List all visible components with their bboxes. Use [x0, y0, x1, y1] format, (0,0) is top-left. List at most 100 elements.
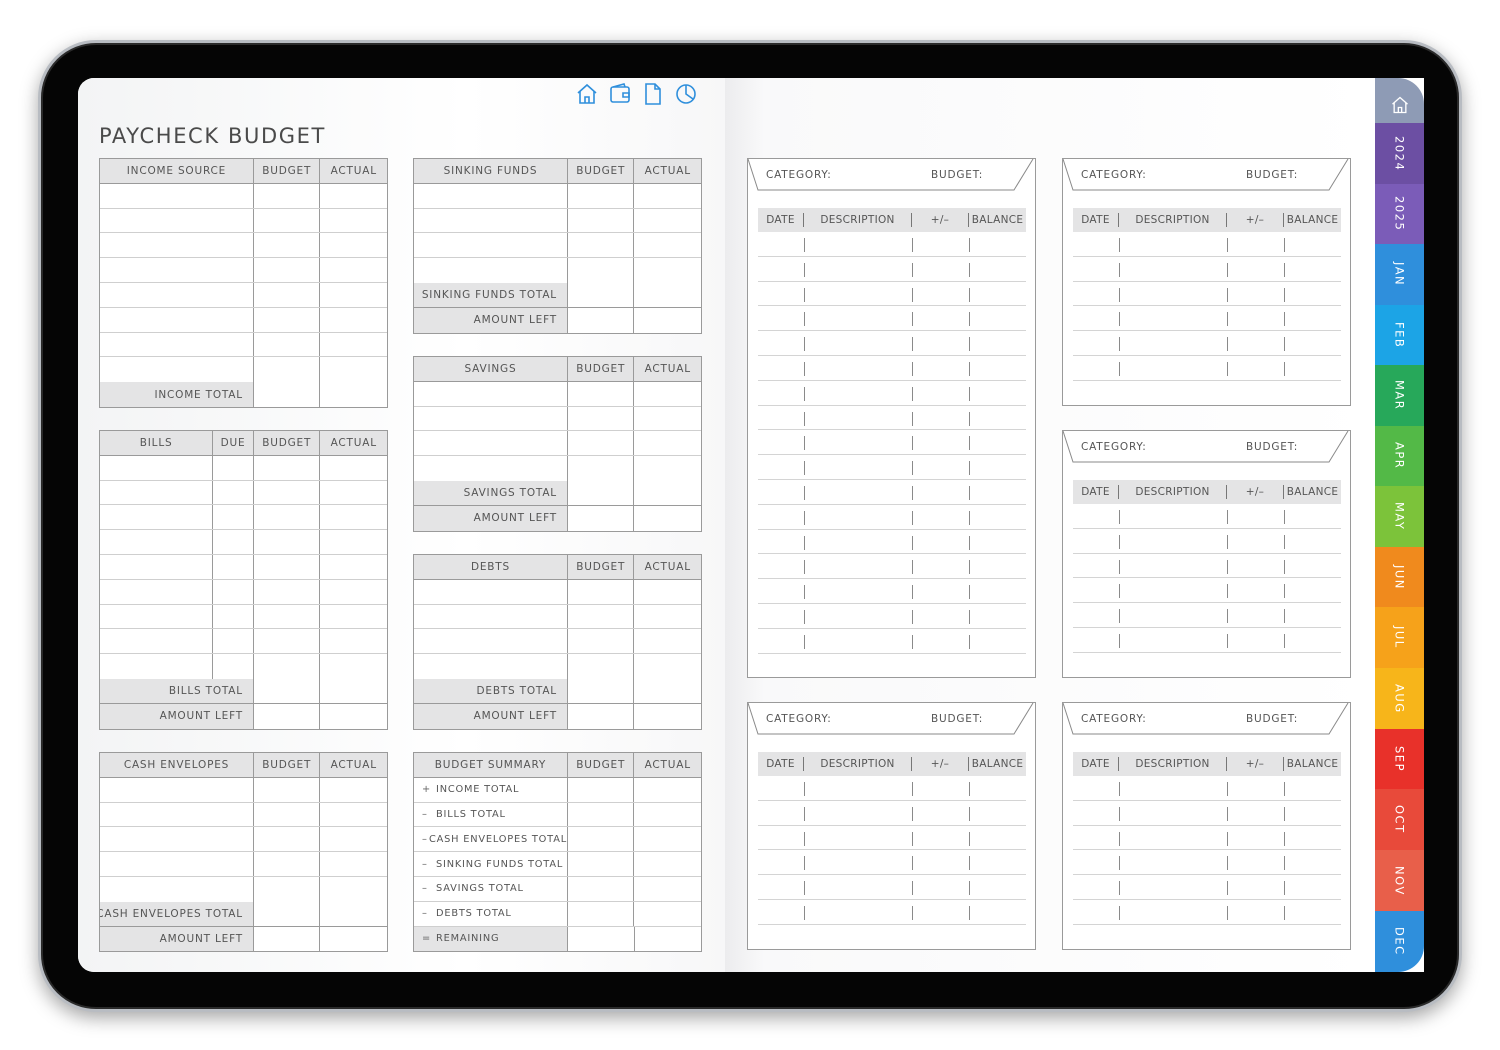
income-cell[interactable] — [100, 332, 254, 357]
tab-may[interactable]: MAY — [1375, 486, 1424, 547]
debts-cell[interactable] — [414, 654, 568, 679]
bills-cell[interactable] — [100, 480, 214, 505]
sinking-cell[interactable] — [634, 233, 701, 257]
income-cell[interactable] — [100, 183, 254, 208]
tracker-entry-row[interactable] — [758, 530, 1026, 555]
income-cell[interactable] — [320, 333, 387, 357]
sinking-left-budget-cell[interactable] — [568, 307, 635, 333]
bills-cell[interactable] — [213, 554, 254, 579]
summary-actual-cell[interactable] — [634, 877, 701, 901]
tracker-entry-row[interactable] — [758, 455, 1026, 480]
income-cell[interactable] — [100, 208, 254, 233]
tracker-entry-row[interactable] — [758, 629, 1026, 654]
income-cell[interactable] — [254, 183, 321, 208]
summary-budget-cell[interactable] — [568, 876, 635, 901]
bills-cell[interactable] — [254, 579, 321, 604]
bills-cell[interactable] — [320, 605, 387, 629]
debts-cell[interactable] — [568, 604, 635, 629]
savings-cell[interactable] — [568, 456, 635, 481]
bills-left-actual-cell[interactable] — [320, 704, 387, 729]
tab-2024[interactable]: 2024 — [1375, 123, 1424, 184]
sinking-cell[interactable] — [568, 183, 635, 208]
tab-sep[interactable]: SEP — [1375, 729, 1424, 789]
debts-left-actual-cell[interactable] — [634, 704, 701, 729]
bills-cell[interactable] — [254, 629, 321, 654]
cash-cell[interactable] — [320, 827, 387, 851]
sinking-cell[interactable] — [568, 258, 635, 283]
savings-cell[interactable] — [414, 456, 568, 481]
summary-actual-cell[interactable] — [635, 927, 702, 952]
sinking-cell[interactable] — [634, 258, 701, 283]
tracker-entry-row[interactable] — [758, 554, 1026, 580]
bills-cell[interactable] — [254, 554, 321, 579]
tracker-entry-row[interactable] — [758, 406, 1026, 431]
debts-total-actual-cell[interactable] — [634, 679, 701, 703]
tracker-entry-row[interactable] — [1073, 529, 1341, 554]
cash-cell[interactable] — [320, 778, 387, 802]
savings-total-budget-cell[interactable] — [568, 480, 635, 505]
cash-total-budget-cell[interactable] — [254, 901, 321, 926]
income-cell[interactable] — [254, 307, 321, 332]
bills-cell[interactable] — [213, 654, 254, 679]
debts-cell[interactable] — [414, 604, 568, 629]
bills-cell[interactable] — [320, 629, 387, 653]
debts-cell[interactable] — [634, 580, 701, 604]
bills-cell[interactable] — [254, 480, 321, 505]
bills-cell[interactable] — [100, 554, 214, 579]
tab-apr[interactable]: APR — [1375, 426, 1424, 486]
cash-cell[interactable] — [320, 877, 387, 902]
bills-cell[interactable] — [100, 654, 214, 679]
tab-dec[interactable]: DEC — [1375, 911, 1424, 972]
bills-cell[interactable] — [320, 481, 387, 505]
bills-cell[interactable] — [100, 530, 214, 554]
debts-cell[interactable] — [568, 654, 635, 679]
sinking-left-actual-cell[interactable] — [634, 308, 701, 333]
bills-cell[interactable] — [254, 654, 321, 679]
sinking-total-budget-cell[interactable] — [568, 282, 635, 307]
tracker-entry-row[interactable] — [1073, 331, 1341, 356]
tracker-entry-row[interactable] — [758, 801, 1026, 826]
tracker-entry-row[interactable] — [1073, 776, 1341, 801]
cash-cell[interactable] — [254, 852, 321, 876]
summary-budget-cell[interactable] — [568, 926, 635, 952]
tab-jul[interactable]: JUL — [1375, 607, 1424, 668]
tracker-entry-row[interactable] — [758, 505, 1026, 530]
sinking-cell[interactable] — [634, 184, 701, 208]
debts-total-budget-cell[interactable] — [568, 678, 635, 703]
tracker-entry-row[interactable] — [758, 282, 1026, 307]
tracker-entry-row[interactable] — [1073, 356, 1341, 381]
tab-jan[interactable]: JAN — [1375, 244, 1424, 305]
tracker-entry-row[interactable] — [758, 875, 1026, 900]
income-total-actual-cell[interactable] — [320, 382, 387, 407]
tab-oct[interactable]: OCT — [1375, 789, 1424, 850]
cash-cell[interactable] — [320, 803, 387, 827]
tracker-entry-row[interactable] — [1073, 232, 1341, 257]
tab-home[interactable] — [1375, 78, 1424, 123]
sinking-cell[interactable] — [414, 233, 568, 258]
tracker-entry-row[interactable] — [758, 826, 1026, 851]
cash-cell[interactable] — [100, 876, 254, 902]
tracker-entry-row[interactable] — [1073, 282, 1341, 307]
savings-left-actual-cell[interactable] — [634, 506, 701, 531]
pie-chart-icon[interactable] — [674, 82, 698, 106]
summary-budget-cell[interactable] — [568, 827, 635, 852]
debts-cell[interactable] — [634, 629, 701, 653]
summary-actual-cell[interactable] — [634, 902, 701, 926]
savings-left-budget-cell[interactable] — [568, 505, 635, 531]
bills-cell[interactable] — [254, 505, 321, 530]
income-cell[interactable] — [320, 308, 387, 332]
tracker-entry-row[interactable] — [1073, 826, 1341, 851]
bills-cell[interactable] — [254, 604, 321, 629]
sinking-cell[interactable] — [634, 209, 701, 233]
income-cell[interactable] — [254, 258, 321, 282]
cash-cell[interactable] — [254, 777, 321, 802]
cash-cell[interactable] — [100, 852, 254, 876]
tracker-entry-row[interactable] — [1073, 603, 1341, 628]
bills-cell[interactable] — [213, 455, 254, 480]
cash-total-actual-cell[interactable] — [320, 902, 387, 926]
bills-cell[interactable] — [254, 530, 321, 554]
bills-cell[interactable] — [213, 505, 254, 530]
income-cell[interactable] — [100, 258, 254, 282]
cash-left-actual-cell[interactable] — [320, 927, 387, 952]
cash-cell[interactable] — [320, 852, 387, 876]
